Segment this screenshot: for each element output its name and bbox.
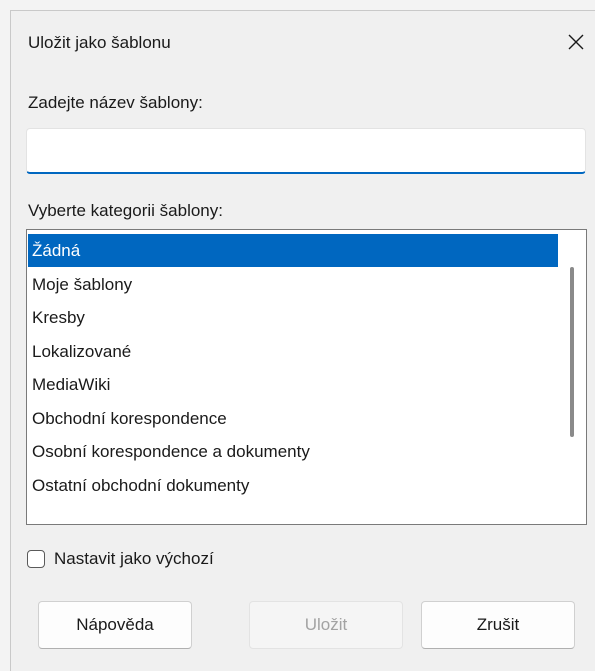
- template-category-label: Vyberte kategorii šablony:: [28, 201, 223, 220]
- category-list-item[interactable]: Osobní korespondence a dokumenty: [28, 435, 558, 468]
- save-button[interactable]: Uložit: [249, 601, 403, 649]
- scrollbar-thumb[interactable]: [570, 267, 574, 437]
- category-list-item[interactable]: Žádná: [28, 234, 558, 267]
- category-list-item[interactable]: Ostatní obchodní dokumenty: [28, 469, 558, 502]
- template-name-input[interactable]: [26, 128, 586, 174]
- close-button[interactable]: [557, 23, 595, 61]
- category-list-item[interactable]: Lokalizované: [28, 335, 558, 368]
- dialog-title: Uložit jako šablonu: [28, 33, 171, 52]
- set-as-default-label: Nastavit jako výchozí: [54, 549, 214, 568]
- cancel-button[interactable]: Zrušit: [421, 601, 575, 649]
- title-bar: Uložit jako šablonu: [11, 11, 595, 73]
- close-icon: [568, 34, 584, 50]
- help-button[interactable]: Nápověda: [38, 601, 192, 649]
- category-list-item[interactable]: Moje šablony: [28, 268, 558, 301]
- category-list-item[interactable]: Obchodní korespondence: [28, 402, 558, 435]
- save-as-template-dialog: Uložit jako šablonu Zadejte název šablon…: [10, 10, 595, 671]
- template-name-label: Zadejte název šablony:: [28, 93, 203, 112]
- category-list-item[interactable]: Kresby: [28, 301, 558, 334]
- list-scrollbar[interactable]: [562, 232, 584, 522]
- template-category-list[interactable]: Žádná Moje šablony Kresby Lokalizované Media…: [26, 229, 587, 525]
- category-list-item[interactable]: MediaWiki: [28, 368, 558, 401]
- set-as-default-checkbox[interactable]: [27, 550, 45, 568]
- set-as-default-option[interactable]: Nastavit jako výchozí: [27, 545, 214, 573]
